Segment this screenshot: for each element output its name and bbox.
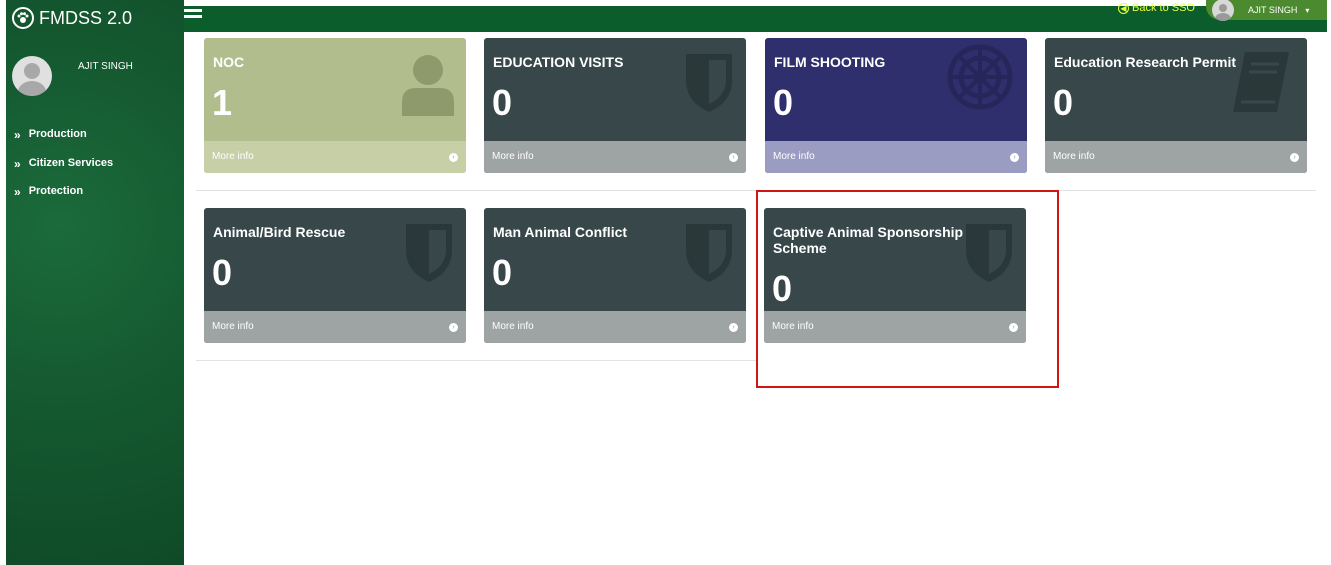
card-title: Man Animal Conflict xyxy=(493,224,628,240)
card-footer: More info › xyxy=(484,141,746,173)
highlight-box xyxy=(756,190,1059,388)
sidebar-item-production[interactable]: » Production xyxy=(14,128,113,157)
more-info-link[interactable]: More info xyxy=(212,151,254,162)
double-chevron-right-icon: » xyxy=(14,156,21,171)
app-title: FMDSS 2.0 xyxy=(39,7,133,28)
card-count: 0 xyxy=(492,82,513,123)
more-info-link[interactable]: More info xyxy=(492,151,534,162)
card-footer: More info › xyxy=(204,311,466,343)
card-man-animal-conflict[interactable]: Man Animal Conflict 0 More info › xyxy=(484,208,746,343)
sidebar-item-label: Production xyxy=(28,128,87,140)
user-menu[interactable]: AJIT SINGH ▾ xyxy=(1206,0,1327,21)
more-info-link[interactable]: More info xyxy=(1053,151,1095,162)
sidebar: FMDSS 2.0 AJIT SINGH » Production » Citize… xyxy=(6,0,184,565)
avatar xyxy=(12,56,52,96)
brand[interactable]: FMDSS 2.0 xyxy=(12,4,132,32)
sidebar-item-label: Protection xyxy=(28,185,84,197)
sidebar-user-panel: AJIT SINGH xyxy=(12,56,133,96)
card-title: FILM SHOOTING xyxy=(774,54,886,70)
card-footer: More info › xyxy=(1045,141,1307,173)
card-count: 0 xyxy=(212,252,233,293)
card-education-visits[interactable]: EDUCATION VISITS 0 More info › xyxy=(484,38,746,173)
card-footer: More info › xyxy=(484,311,746,343)
arrow-circle-right-icon[interactable]: › xyxy=(1010,153,1019,162)
card-title: Education Research Permit xyxy=(1054,54,1237,70)
card-title: NOC xyxy=(213,54,245,70)
divider xyxy=(196,360,756,361)
hamburger-menu-icon[interactable] xyxy=(184,0,202,18)
card-count: 0 xyxy=(1053,82,1074,123)
sidebar-menu: » Production » Citizen Services » Protectio… xyxy=(14,128,113,214)
user-menu-name: AJIT SINGH xyxy=(1248,5,1298,15)
card-footer: More info › xyxy=(204,141,466,173)
chevron-down-icon: ▾ xyxy=(1305,5,1310,15)
card-title: EDUCATION VISITS xyxy=(493,54,624,70)
sidebar-user-name: AJIT SINGH xyxy=(78,60,133,72)
back-to-sso-link[interactable]: ◀ Back to SSO xyxy=(1118,2,1195,14)
card-title: Animal/Bird Rescue xyxy=(213,224,346,240)
avatar xyxy=(1212,0,1234,21)
sidebar-item-protection[interactable]: » Protection xyxy=(14,185,113,214)
arrow-circle-right-icon[interactable]: › xyxy=(449,153,458,162)
card-count: 0 xyxy=(773,82,794,123)
more-info-link[interactable]: More info xyxy=(773,151,815,162)
arrow-circle-right-icon[interactable]: › xyxy=(729,323,738,332)
card-count: 0 xyxy=(492,252,513,293)
card-film-shooting[interactable]: FILM SHOOTING 0 More info › xyxy=(765,38,1027,173)
card-count: 1 xyxy=(212,82,233,123)
arrow-circle-right-icon[interactable]: › xyxy=(449,323,458,332)
card-animal-bird-rescue[interactable]: Animal/Bird Rescue 0 More info › xyxy=(204,208,466,343)
more-info-link[interactable]: More info xyxy=(492,321,534,332)
arrow-left-circle-icon: ◀ xyxy=(1118,2,1129,14)
paw-icon xyxy=(12,7,34,29)
more-info-link[interactable]: More info xyxy=(212,321,254,332)
card-education-research-permit[interactable]: Education Research Permit 0 More info › xyxy=(1045,38,1307,173)
sidebar-item-label: Citizen Services xyxy=(28,156,114,169)
card-footer: More info › xyxy=(765,141,1027,173)
topbar: ◀ Back to SSO AJIT SINGH ▾ xyxy=(184,0,1327,32)
double-chevron-right-icon: » xyxy=(14,128,21,142)
back-to-sso-label: Back to SSO xyxy=(1132,2,1195,14)
card-noc[interactable]: NOC 1 More info › xyxy=(204,38,466,173)
arrow-circle-right-icon[interactable]: › xyxy=(729,153,738,162)
double-chevron-right-icon: » xyxy=(14,185,21,199)
sidebar-item-citizen-services[interactable]: » Citizen Services xyxy=(14,157,113,186)
arrow-circle-right-icon[interactable]: › xyxy=(1290,153,1299,162)
